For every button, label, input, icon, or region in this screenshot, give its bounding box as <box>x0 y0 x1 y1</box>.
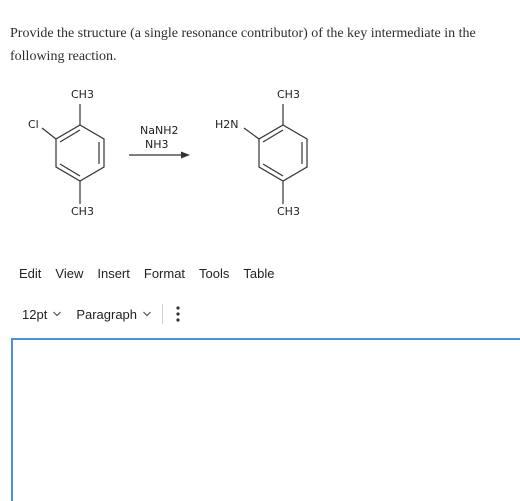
product-bottom-label: CH3 <box>277 205 300 218</box>
reaction-arrow <box>129 151 190 159</box>
block-format-value: Paragraph <box>76 306 138 322</box>
menu-insert[interactable]: Insert <box>97 266 130 281</box>
reactant-inner-bond <box>59 129 81 143</box>
reactant-molecule <box>41 104 105 204</box>
editor-toolbar: 12pt Paragraph <box>22 303 181 325</box>
menu-view[interactable]: View <box>55 266 83 281</box>
chevron-down-icon <box>143 311 151 317</box>
reactant-ring <box>55 124 105 182</box>
reagent-1: NaNH2 <box>140 124 178 137</box>
font-size-dropdown[interactable]: 12pt <box>22 307 62 322</box>
reactant-left-bond <box>41 127 57 140</box>
product-top-label: CH3 <box>277 88 300 101</box>
chevron-down-icon <box>53 311 62 317</box>
product-inner-bond <box>262 163 284 177</box>
menu-edit[interactable]: Edit <box>19 266 41 281</box>
reactant-bottom-label: CH3 <box>71 205 94 218</box>
menu-table[interactable]: Table <box>243 266 274 281</box>
product-molecule <box>243 104 308 204</box>
reagent-2: NH3 <box>145 138 169 151</box>
reactant-inner-bond <box>59 163 81 177</box>
rich-text-editor[interactable] <box>11 338 520 501</box>
menu-format[interactable]: Format <box>144 266 185 281</box>
menu-tools[interactable]: Tools <box>199 266 229 281</box>
editor-menubar: Edit View Insert Format Tools Table <box>19 266 288 281</box>
reactant-left-label: Cl <box>28 118 39 131</box>
product-inner-bond <box>262 129 284 143</box>
vertical-ellipsis-icon[interactable] <box>175 305 181 323</box>
block-format-dropdown[interactable]: Paragraph <box>76 307 152 322</box>
product-ring <box>258 124 308 182</box>
reactant-top-label: CH3 <box>71 88 94 101</box>
question-text: Provide the structure (a single resonanc… <box>10 26 476 64</box>
product-left-label: H2N <box>215 118 239 131</box>
reaction-scheme: CH3 Cl CH3 NaNH2 NH3 CH3 H2N CH3 <box>28 88 308 218</box>
font-size-value: 12pt <box>22 306 48 322</box>
toolbar-divider <box>162 304 164 324</box>
product-left-bond <box>243 127 260 140</box>
